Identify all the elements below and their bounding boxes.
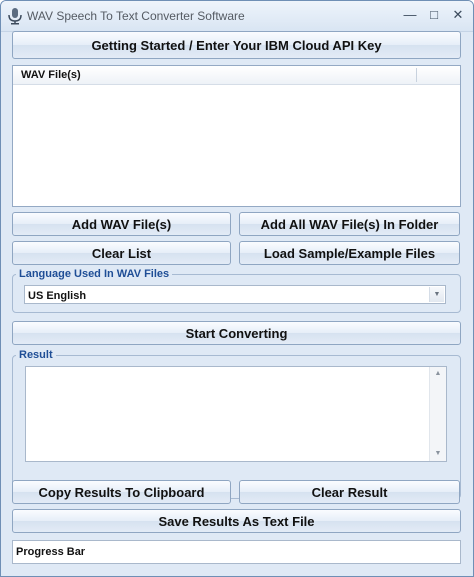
wav-file-list[interactable]: WAV File(s) <box>12 65 461 207</box>
language-legend: Language Used In WAV Files <box>16 268 173 280</box>
add-folder-button[interactable]: Add All WAV File(s) In Folder <box>239 212 460 236</box>
language-selected-value: US English <box>28 290 87 302</box>
scroll-up-icon[interactable]: ▲ <box>430 367 446 381</box>
file-list-header: WAV File(s) <box>13 66 460 85</box>
minimize-button[interactable]: — <box>398 5 422 25</box>
progress-bar-label: Progress Bar <box>16 546 86 558</box>
column-header-wav-files[interactable]: WAV File(s) <box>21 69 81 81</box>
result-textarea[interactable]: ▲ ▼ <box>25 366 447 462</box>
main-panel: Getting Started / Enter Your IBM Cloud A… <box>4 29 469 570</box>
column-separator[interactable] <box>416 68 417 82</box>
chevron-down-icon[interactable]: ▼ <box>429 287 444 302</box>
load-sample-button[interactable]: Load Sample/Example Files <box>239 241 460 265</box>
app-window: WAV Speech To Text Converter Software — … <box>0 0 474 577</box>
result-scrollbar[interactable]: ▲ ▼ <box>429 367 446 461</box>
title-bar[interactable]: WAV Speech To Text Converter Software — … <box>1 1 473 32</box>
maximize-button[interactable]: □ <box>422 5 446 25</box>
copy-results-button[interactable]: Copy Results To Clipboard <box>12 480 231 504</box>
progress-bar: Progress Bar <box>12 540 461 564</box>
add-wav-files-button[interactable]: Add WAV File(s) <box>12 212 231 236</box>
start-converting-button[interactable]: Start Converting <box>12 321 461 345</box>
getting-started-button[interactable]: Getting Started / Enter Your IBM Cloud A… <box>12 31 461 59</box>
language-select[interactable]: US English ▼ <box>24 285 446 304</box>
clear-list-button[interactable]: Clear List <box>12 241 231 265</box>
close-button[interactable]: ✕ <box>446 5 470 25</box>
microphone-icon <box>8 8 22 25</box>
window-title: WAV Speech To Text Converter Software <box>27 9 245 23</box>
scroll-down-icon[interactable]: ▼ <box>430 447 446 461</box>
result-legend: Result <box>16 349 56 361</box>
clear-result-button[interactable]: Clear Result <box>239 480 460 504</box>
save-results-button[interactable]: Save Results As Text File <box>12 509 461 533</box>
